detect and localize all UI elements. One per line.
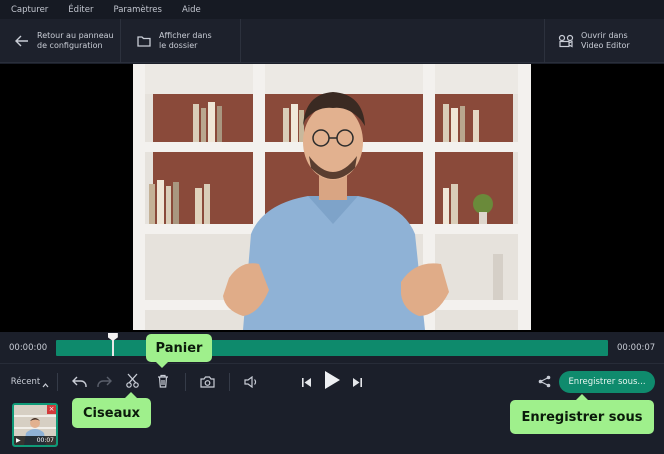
open-in-video-editor-button[interactable]: Ouvrir dans Video Editor [558, 19, 630, 63]
play-button[interactable] [320, 364, 344, 400]
controls-divider [57, 373, 58, 391]
skip-forward-icon [352, 373, 363, 392]
callout-enregistrer: Enregistrer sous [510, 394, 654, 434]
redo-icon [96, 373, 112, 392]
clip-thumbnail[interactable]: × ▶ 00:07 [12, 403, 58, 447]
toolbar-divider [544, 19, 545, 63]
recent-dropdown[interactable]: Récent [9, 364, 51, 400]
back-to-panel-button[interactable]: Retour au panneau de configuration [14, 19, 114, 63]
open-in-video-editor-label: Ouvrir dans Video Editor [581, 31, 630, 50]
show-in-folder-button[interactable]: Afficher dans le dossier [136, 19, 212, 63]
menu-editer[interactable]: Éditer [68, 5, 93, 15]
skip-back-icon [301, 373, 312, 392]
menu-capturer[interactable]: Capturer [11, 5, 48, 15]
callout-panier: Panier [146, 334, 212, 368]
back-to-panel-label: Retour au panneau de configuration [37, 31, 114, 50]
toolbar: Retour au panneau de configuration Affic… [0, 19, 664, 63]
callout-ciseaux: Ciseaux [72, 392, 151, 428]
callout-tail [576, 394, 588, 400]
current-time: 00:00:00 [9, 343, 48, 353]
share-icon [538, 373, 551, 392]
arrow-left-icon [14, 33, 30, 49]
scissors-icon [125, 373, 139, 392]
menu-aide[interactable]: Aide [182, 5, 201, 15]
show-in-folder-label: Afficher dans le dossier [159, 31, 212, 50]
callout-tail [125, 392, 137, 398]
clip-play-icon: ▶ [16, 437, 21, 444]
chevron-up-icon [42, 373, 49, 392]
recent-label: Récent [10, 377, 41, 387]
delete-button[interactable] [153, 364, 173, 400]
toolbar-divider [120, 19, 121, 63]
volume-button[interactable] [241, 364, 261, 400]
video-frame [133, 64, 531, 330]
undo-button[interactable] [69, 364, 89, 400]
timeline-track[interactable] [56, 340, 608, 356]
timeline: 00:00:00 00:00:07 [0, 333, 664, 363]
controls-bar: Récent Enregistrer sous... [0, 363, 664, 399]
controls-divider [185, 373, 186, 391]
camera-icon [199, 373, 215, 392]
play-icon [323, 370, 341, 394]
video-editor-icon [558, 33, 574, 49]
previous-frame-button[interactable] [296, 364, 316, 400]
callout-ciseaux-text: Ciseaux [83, 405, 140, 421]
clip-duration: 00:07 [36, 437, 54, 444]
video-picture [133, 64, 531, 330]
save-as-button[interactable]: Enregistrer sous... [559, 371, 655, 393]
volume-icon [243, 373, 259, 392]
video-preview[interactable] [0, 64, 664, 332]
total-time: 00:00:07 [617, 343, 656, 353]
callout-enregistrer-text: Enregistrer sous [521, 409, 643, 425]
callout-tail [156, 362, 168, 368]
undo-icon [71, 373, 87, 392]
menu-parametres[interactable]: Paramètres [113, 5, 161, 15]
redo-button[interactable] [94, 364, 114, 400]
share-button[interactable] [534, 364, 554, 400]
controls-divider [229, 373, 230, 391]
next-frame-button[interactable] [347, 364, 367, 400]
snapshot-button[interactable] [197, 364, 217, 400]
trash-icon [157, 373, 169, 392]
clip-info-bar: ▶ 00:07 [14, 436, 56, 445]
folder-icon [136, 33, 152, 49]
callout-panier-text: Panier [155, 340, 203, 356]
menu-bar: Capturer Éditer Paramètres Aide [0, 0, 664, 19]
remove-clip-icon[interactable]: × [47, 405, 56, 414]
toolbar-divider [240, 19, 241, 63]
